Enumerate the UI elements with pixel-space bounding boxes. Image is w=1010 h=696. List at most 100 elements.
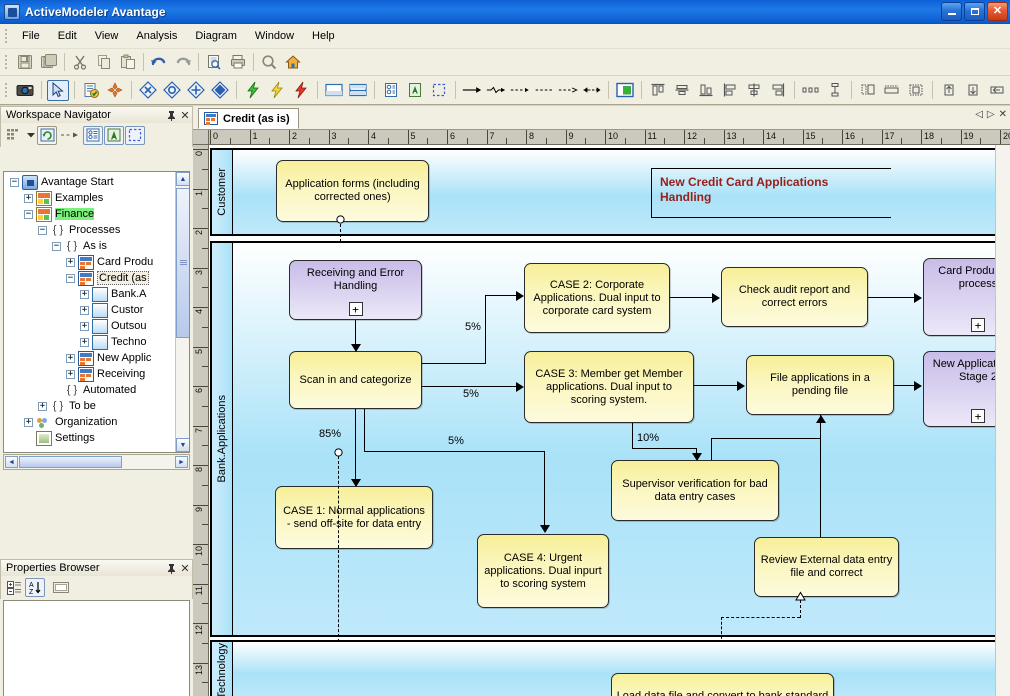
event-red-icon[interactable]: [290, 80, 312, 101]
zoom-icon[interactable]: [258, 52, 280, 73]
tab-close-button[interactable]: ✕: [999, 109, 1007, 120]
tree-item-organization[interactable]: + Organization: [4, 414, 176, 430]
task-check-audit-report[interactable]: Check audit report and correct errors: [721, 267, 868, 327]
toolbar-gripper-standard[interactable]: [3, 53, 11, 71]
event-green-icon[interactable]: [242, 80, 264, 101]
save-icon[interactable]: [14, 52, 36, 73]
workspace-tree[interactable]: − Avantage Start + Examples − Finance − …: [3, 171, 190, 453]
grow-down-icon[interactable]: [962, 80, 984, 101]
diagram-canvas[interactable]: Customer Application forms (including co…: [209, 145, 1010, 696]
task-properties-icon[interactable]: [80, 80, 102, 101]
tree-expander[interactable]: +: [80, 289, 89, 299]
select-icon[interactable]: [125, 125, 145, 145]
refresh-icon[interactable]: [37, 125, 57, 145]
scroll-down-button[interactable]: ▼: [176, 438, 189, 452]
space-horizontal-icon[interactable]: [800, 80, 822, 101]
tree-item-automated[interactable]: { } Automated: [4, 382, 176, 398]
flow-audit-to-card-production[interactable]: [868, 297, 915, 298]
gateway-plus-icon[interactable]: [185, 80, 207, 101]
tree-item-bank-applications[interactable]: + Bank.A: [4, 286, 176, 302]
annotation-icon[interactable]: [404, 80, 426, 101]
tree-item-to-be[interactable]: + { } To be: [4, 398, 176, 414]
menu-edit[interactable]: Edit: [49, 27, 86, 45]
group-icon[interactable]: [428, 80, 450, 101]
pointer-icon[interactable]: [47, 79, 69, 101]
tree-item-credit-as-is[interactable]: − Credit (as: [4, 270, 176, 286]
tree-item-finance[interactable]: − Finance: [4, 206, 176, 222]
tree-expander[interactable]: +: [80, 337, 89, 347]
sequence-flow-icon[interactable]: [461, 80, 483, 101]
scroll-thumb-horizontal[interactable]: [19, 456, 122, 468]
flow-receiving-to-scan[interactable]: [355, 320, 356, 346]
size-width-icon[interactable]: [881, 80, 903, 101]
menu-analysis[interactable]: Analysis: [127, 27, 186, 45]
tree-horizontal-scrollbar[interactable]: ◄ ►: [3, 454, 190, 470]
align-left-icon[interactable]: [719, 80, 741, 101]
tree-item-card-production[interactable]: + Card Produ: [4, 254, 176, 270]
task-review-external-data[interactable]: Review External data entry file and corr…: [754, 537, 899, 597]
pin-icon[interactable]: [164, 561, 178, 575]
bidirectional-flow-icon[interactable]: [581, 80, 603, 101]
message-flow-icon[interactable]: [509, 80, 531, 101]
property-pages-icon[interactable]: [51, 578, 71, 597]
menu-window[interactable]: Window: [246, 27, 303, 45]
tab-credit-as-is[interactable]: Credit (as is): [198, 108, 299, 129]
flow-supervisor-connector-h[interactable]: [711, 438, 820, 439]
task-file-applications[interactable]: File applications in a pending file: [746, 355, 894, 415]
pool-technology[interactable]: Technology Load data file and convert to…: [210, 640, 1010, 696]
pool-customer[interactable]: Customer Application forms (including co…: [210, 148, 1010, 236]
categorized-icon[interactable]: [4, 578, 24, 597]
pool-icon[interactable]: [323, 80, 345, 101]
tree-expander[interactable]: −: [66, 273, 75, 283]
dashed-flow-icon[interactable]: [557, 80, 579, 101]
scroll-thumb[interactable]: [176, 188, 189, 338]
task-application-forms[interactable]: Application forms (including corrected o…: [276, 160, 429, 222]
flow-scan-to-case2-v[interactable]: [485, 295, 486, 364]
conditional-flow-icon[interactable]: [485, 80, 507, 101]
print-preview-icon[interactable]: [203, 52, 225, 73]
flow-supervisor-connector-v[interactable]: [711, 438, 712, 460]
tree-item-as-is[interactable]: − { } As is: [4, 238, 176, 254]
tree-item-new-applications[interactable]: + New Applic: [4, 350, 176, 366]
tree-item-receiving[interactable]: + Receiving: [4, 366, 176, 382]
space-vertical-icon[interactable]: [824, 80, 846, 101]
properties-browser-content[interactable]: [3, 600, 190, 696]
task-scan-categorize[interactable]: Scan in and categorize: [289, 351, 422, 409]
data-object-icon[interactable]: [380, 80, 402, 101]
toolbar-gripper-diagram[interactable]: [3, 81, 11, 99]
flow-file-to-stage2[interactable]: [894, 385, 915, 386]
flow-scan-to-case2-h1[interactable]: [422, 363, 485, 364]
tree-expander[interactable]: +: [80, 321, 89, 331]
task-case4-urgent[interactable]: CASE 4: Urgent applications. Dual inpurt…: [477, 534, 609, 608]
alphabetical-icon[interactable]: AZ: [25, 578, 45, 597]
tree-vertical-scrollbar[interactable]: ▲ ▼: [175, 172, 189, 452]
save-all-icon[interactable]: [38, 52, 60, 73]
paste-icon[interactable]: [117, 52, 139, 73]
flow-scan-to-case4-h[interactable]: [364, 451, 544, 452]
diagram-title-note[interactable]: New Credit Card Applications Handling: [651, 168, 891, 218]
tree-item-avantage-start[interactable]: − Avantage Start: [4, 174, 176, 190]
task-case1-normal[interactable]: CASE 1: Normal applications - send off-s…: [275, 486, 433, 549]
task-load-data-file[interactable]: Load data file and convert to bank stand…: [611, 673, 834, 696]
tree-item-customer[interactable]: + Custor: [4, 302, 176, 318]
tree-item-examples[interactable]: + Examples: [4, 190, 176, 206]
tab-next-button[interactable]: ▷: [987, 109, 995, 120]
tree-expander[interactable]: +: [66, 257, 75, 267]
tree-expander[interactable]: +: [24, 417, 33, 427]
tree-item-settings[interactable]: Settings: [4, 430, 176, 446]
align-middle-icon[interactable]: [671, 80, 693, 101]
association-load-to-review-h[interactable]: [721, 617, 800, 618]
flow-case3-to-supervisor-h[interactable]: [632, 448, 696, 449]
menu-view[interactable]: View: [86, 27, 128, 45]
association-icon[interactable]: [533, 80, 555, 101]
flow-case2-to-audit[interactable]: [670, 297, 713, 298]
flow-scan-to-case2-h2[interactable]: [485, 295, 517, 296]
expand-marker[interactable]: +: [971, 318, 985, 332]
size-height-icon[interactable]: [905, 80, 927, 101]
expand-marker[interactable]: +: [971, 409, 985, 423]
undo-icon[interactable]: [148, 52, 170, 73]
copy-icon[interactable]: [93, 52, 115, 73]
association-load-to-review-v2[interactable]: [800, 600, 801, 618]
grow-up-icon[interactable]: [938, 80, 960, 101]
tree-expander[interactable]: +: [24, 193, 33, 203]
